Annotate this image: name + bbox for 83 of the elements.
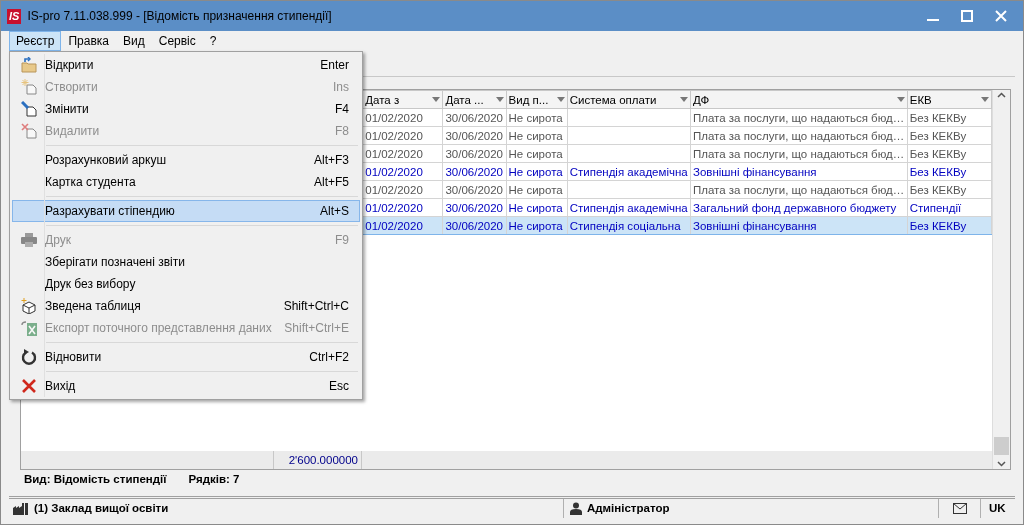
menu-item[interactable]: Вихід Esc xyxy=(12,375,360,397)
dropdown-icon[interactable] xyxy=(896,97,905,102)
menu-item[interactable]: Змінити F4 xyxy=(12,98,360,120)
column-header[interactable]: ДФ xyxy=(690,90,908,109)
column-header[interactable]: Дата з xyxy=(362,90,443,109)
dropdown-icon[interactable] xyxy=(981,97,989,102)
menu-item[interactable]: Відкрити Enter xyxy=(12,54,360,76)
menu-item[interactable]: Реєстр xyxy=(9,31,62,51)
table-cell[interactable] xyxy=(567,180,691,199)
menu-item[interactable]: Разрахувати стіпендию Alt+S xyxy=(12,200,360,222)
dropdown-icon[interactable] xyxy=(495,97,504,102)
table-cell[interactable]: Без КЕКВу xyxy=(907,162,992,181)
table-cell[interactable]: Без КЕКВу xyxy=(907,180,992,199)
table-cell[interactable]: Без КЕКВу xyxy=(907,144,992,163)
table-cell[interactable]: Не сирота xyxy=(506,162,568,181)
table-cell[interactable]: Стипендії xyxy=(907,198,992,217)
user-icon xyxy=(570,502,582,515)
menu-item[interactable]: Друк без вибору xyxy=(12,273,360,295)
column-header[interactable]: Дата ... xyxy=(442,90,507,109)
scrollbar[interactable] xyxy=(992,90,1010,469)
printer-icon xyxy=(21,233,37,247)
scroll-thumb[interactable] xyxy=(994,437,1009,455)
total-cell: 2'600.000000 xyxy=(273,451,362,469)
menu-item[interactable]: Сервіс xyxy=(151,31,203,51)
menu-item[interactable]: Зберігати позначені звіти xyxy=(12,251,360,273)
menu-item[interactable]: Розрахунковий аркуш Alt+F3 xyxy=(12,149,360,171)
envelope-icon[interactable] xyxy=(952,503,967,514)
maximize-icon[interactable] xyxy=(961,10,973,22)
table-cell[interactable]: Без КЕКВу xyxy=(907,126,992,145)
table-cell[interactable]: Плата за послуги, що надаються бюд… xyxy=(690,126,908,145)
table-cell[interactable]: 30/06/2020 xyxy=(442,144,507,163)
table-cell[interactable]: Не сирота xyxy=(506,180,568,199)
close-icon xyxy=(21,378,37,394)
user-label: Адміністратор xyxy=(587,500,670,516)
dropdown-icon[interactable] xyxy=(432,97,441,102)
table-cell[interactable]: 30/06/2020 xyxy=(442,108,507,127)
view-label: Вид: Відомість стипендії xyxy=(24,472,167,488)
table-cell[interactable]: Не сирота xyxy=(506,108,568,127)
table-cell[interactable] xyxy=(567,144,691,163)
refresh-icon xyxy=(21,349,37,365)
table-cell[interactable]: Не сирота xyxy=(506,144,568,163)
dropdown-icon[interactable] xyxy=(556,97,565,102)
delete-document-icon xyxy=(21,123,37,139)
table-cell[interactable]: Плата за послуги, що надаються бюд… xyxy=(690,108,908,127)
menu-item[interactable]: Вид xyxy=(116,31,152,51)
table-cell[interactable]: Плата за послуги, що надаються бюд… xyxy=(690,180,908,199)
table-cell[interactable]: Стипендія академічна xyxy=(567,198,691,217)
menu-item[interactable]: Відновити Ctrl+F2 xyxy=(12,346,360,368)
app-logo: IS xyxy=(7,8,22,24)
window-title: IS-pro 7.11.038.999 - [Відомість призначення стипендії] xyxy=(27,8,332,25)
table-cell[interactable]: Стипендія академічна xyxy=(567,162,691,181)
table-cell[interactable] xyxy=(567,108,691,127)
scroll-up-icon[interactable] xyxy=(997,92,1006,98)
table-cell[interactable]: Зовнішні фінансування xyxy=(690,162,908,181)
column-header[interactable]: Вид п... xyxy=(506,90,568,109)
table-cell[interactable]: Не сирота xyxy=(506,198,568,217)
edit-document-icon xyxy=(21,101,37,117)
scroll-down-icon[interactable] xyxy=(997,461,1006,467)
new-document-icon xyxy=(21,79,37,95)
table-cell[interactable]: Не сирота xyxy=(506,126,568,145)
dropdown-icon[interactable] xyxy=(679,97,688,102)
menu-item[interactable]: Картка студента Alt+F5 xyxy=(12,171,360,193)
factory-icon xyxy=(13,502,29,515)
cube-icon xyxy=(21,298,37,314)
table-cell[interactable]: 30/06/2020 xyxy=(442,180,507,199)
row-count: Рядків: 7 xyxy=(188,472,240,488)
table-cell[interactable]: 30/06/2020 xyxy=(442,126,507,145)
close-icon[interactable] xyxy=(995,10,1007,22)
column-header[interactable]: ЕКВ xyxy=(907,90,992,109)
table-cell[interactable]: 30/06/2020 xyxy=(442,198,507,217)
menu-item[interactable]: ? xyxy=(202,31,224,51)
table-cell[interactable]: Без КЕКВу xyxy=(907,108,992,127)
organization-label: (1) Заклад вищої освіти xyxy=(34,500,169,516)
language-indicator[interactable]: UK xyxy=(989,499,1006,518)
folder-icon xyxy=(20,57,38,73)
table-cell[interactable]: Плата за послуги, що надаються бюд… xyxy=(690,144,908,163)
table-cell[interactable]: Загальний фонд державного бюджету xyxy=(690,198,908,217)
menu-item[interactable]: Правка xyxy=(61,31,116,51)
table-cell[interactable] xyxy=(567,126,691,145)
menu-item[interactable]: Зведена таблиця Shift+Ctrl+C xyxy=(12,295,360,317)
spreadsheet-icon xyxy=(21,320,37,336)
column-header[interactable]: Система оплати xyxy=(567,90,691,109)
table-cell[interactable]: 30/06/2020 xyxy=(442,162,507,181)
